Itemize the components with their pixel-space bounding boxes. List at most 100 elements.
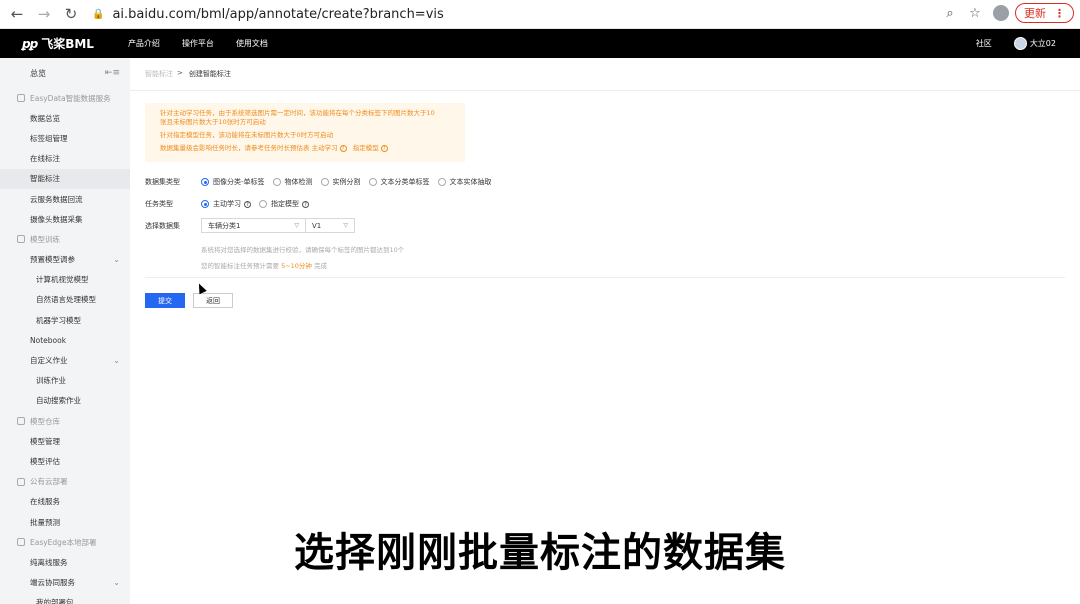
select-dataset-label: 选择数据集 <box>145 221 180 230</box>
help-icon[interactable]: ? <box>302 200 309 208</box>
section-icon <box>17 235 25 244</box>
dataset-hint: 系统将对您选择的数据集进行校验，请确保每个标签的图片都达到10个 <box>201 246 405 254</box>
sidebar-item[interactable]: 在线标注 <box>0 149 130 169</box>
sidebar-item[interactable]: 模型管理 <box>0 431 130 451</box>
bookmark-star-icon[interactable]: ☆ <box>965 3 985 23</box>
sidebar-item-label: 预置模型调参 <box>30 255 75 265</box>
sidebar-item-label: 自然语言处理模型 <box>36 295 96 305</box>
task-type-row: 任务类型 主动学习? 指定模型? <box>145 199 317 209</box>
form-divider <box>145 277 1065 278</box>
sidebar-item[interactable]: 机器学习模型 <box>0 310 130 330</box>
time-estimate-suffix: 完成 <box>314 262 328 270</box>
video-subtitle: 选择刚刚批量标注的数据集 <box>294 530 786 576</box>
sidebar-overview[interactable]: 总览 ⇤≡ <box>0 58 130 88</box>
nav-community[interactable]: 社区 <box>976 38 992 49</box>
header-divider <box>130 90 1080 91</box>
chevron-down-icon: ⌄ <box>113 255 120 265</box>
sidebar-item-label: 模型训练 <box>30 234 60 244</box>
top-nav: ꝑꝑ 飞桨BML 产品介绍 操作平台 使用文档 社区 大立02 <box>0 29 1080 58</box>
nav-docs[interactable]: 使用文档 <box>236 38 268 49</box>
zoom-icon[interactable]: ⌕ <box>940 3 960 23</box>
lock-icon: 🔒 <box>92 8 105 20</box>
breadcrumb-parent[interactable]: 智能标注 <box>145 69 173 79</box>
reload-icon[interactable]: ↻ <box>60 3 82 25</box>
sidebar-item[interactable]: 自定义作业 ⌄ <box>0 350 130 370</box>
user-avatar[interactable] <box>1013 37 1027 50</box>
version-select[interactable]: V1 ▽ <box>306 218 355 233</box>
sidebar-item[interactable]: 计算机视觉模型 <box>0 270 130 290</box>
radio-image-classification[interactable]: 图像分类-单标签 <box>201 177 265 187</box>
sidebar-item-label: 自定义作业 <box>30 356 68 366</box>
help-icon[interactable]: ? <box>244 200 251 208</box>
submit-button[interactable]: 提交 <box>145 293 185 308</box>
section-icon <box>17 477 25 486</box>
nav-product-intro[interactable]: 产品介绍 <box>128 38 160 49</box>
sidebar-item[interactable]: 摄像头数据采集 <box>0 209 130 229</box>
help-icon[interactable]: ? <box>339 145 347 152</box>
sidebar-item-label: 公有云部署 <box>30 477 68 487</box>
notice-link-specified-model[interactable]: 指定模型 <box>353 144 379 152</box>
sidebar-item-label: 智能标注 <box>30 174 60 184</box>
sidebar-item[interactable]: 模型评估 <box>0 451 130 471</box>
radio-text-entity-extraction[interactable]: 文本实体抽取 <box>437 177 492 187</box>
update-button[interactable]: 更新 ⋮ <box>1015 3 1074 23</box>
radio-specified-model[interactable]: 指定模型? <box>259 199 309 209</box>
sidebar-item-label: 在线标注 <box>30 154 60 164</box>
sidebar-item-label: 模型评估 <box>30 456 60 466</box>
time-estimate-hint: 您的智能标注任务预计需要 5~10分钟 完成 <box>201 260 327 270</box>
help-icon[interactable]: ? <box>380 145 388 152</box>
more-icon: ⋮ <box>1054 6 1065 20</box>
radio-text-classification[interactable]: 文本分类单标签 <box>368 177 430 187</box>
sidebar-group-header: 公有云部署 <box>0 472 130 492</box>
logo-text: 飞桨BML <box>41 37 94 51</box>
notice-link-active-learning[interactable]: 主动学习 <box>312 144 338 152</box>
browser-toolbar: ← → ↻ 🔒 ai.baidu.com/bml/app/annotate/cr… <box>0 0 1080 29</box>
sidebar-item[interactable]: 在线服务 <box>0 492 130 512</box>
time-estimate-value: 5~10分钟 <box>281 262 312 270</box>
back-button[interactable]: 返回 <box>193 293 233 308</box>
dataset-type-row: 数据集类型 图像分类-单标签 物体检测 实例分割 文本分类单标签 文本实体抽取 <box>145 177 500 187</box>
sidebar-item[interactable]: 标签组管理 <box>0 128 130 148</box>
sidebar-item[interactable]: 自然语言处理模型 <box>0 290 130 310</box>
section-icon <box>17 94 25 103</box>
sidebar-item-label: 在线服务 <box>30 497 60 507</box>
sidebar-item[interactable]: 自动搜索作业 <box>0 391 130 411</box>
sidebar-item[interactable]: Notebook <box>0 330 130 350</box>
nav-platform[interactable]: 操作平台 <box>182 38 214 49</box>
collapse-menu-icon[interactable]: ⇤≡ <box>105 68 120 78</box>
sidebar-item-label: Notebook <box>30 335 67 345</box>
sidebar-item[interactable]: 我的部署包 <box>0 593 130 604</box>
task-type-label: 任务类型 <box>145 200 173 208</box>
radio-object-detection[interactable]: 物体检测 <box>272 177 313 187</box>
notice-box: 针对主动学习任务，由于系统筛选图片需一定时间，该功能将在每个分类标签下的图片数大… <box>145 103 465 162</box>
notice-line4: 数据集量级会影响任务时长，请参考任务时长预估表 <box>160 144 310 152</box>
forward-icon[interactable]: → <box>33 3 55 25</box>
address-bar[interactable]: 🔒 ai.baidu.com/bml/app/annotate/create?b… <box>92 7 444 22</box>
profile-avatar[interactable] <box>993 5 1009 21</box>
sidebar-item[interactable]: 云服务数据回流 <box>0 189 130 209</box>
logo[interactable]: ꝑꝑ 飞桨BML <box>22 35 94 52</box>
sidebar-item[interactable]: 数据总览 <box>0 108 130 128</box>
user-name[interactable]: 大立02 <box>1030 38 1056 49</box>
sidebar-item-label: 自动搜索作业 <box>36 396 81 406</box>
sidebar-item[interactable]: 训练作业 <box>0 371 130 391</box>
sidebar-item-label: EasyData智能数据服务 <box>30 93 111 103</box>
sidebar-item[interactable]: 预置模型调参 ⌄ <box>0 250 130 270</box>
version-select-value: V1 <box>312 221 322 230</box>
section-icon <box>17 417 25 426</box>
sidebar-item-label: 模型管理 <box>30 436 60 446</box>
sidebar-group-header: 模型仓库 <box>0 411 130 431</box>
dataset-select[interactable]: 车辆分类1 ▽ <box>201 218 306 233</box>
sidebar-item[interactable]: 智能标注 <box>0 168 130 189</box>
radio-instance-segmentation[interactable]: 实例分割 <box>320 177 361 187</box>
chevron-down-icon: ⌄ <box>113 356 120 366</box>
chevron-down-icon: ▽ <box>343 222 348 229</box>
notice-line1: 针对主动学习任务，由于系统筛选图片需一定时间，该功能将在每个分类标签下的图片数大… <box>160 109 435 117</box>
back-icon[interactable]: ← <box>6 3 28 25</box>
dataset-type-label: 数据集类型 <box>145 178 180 186</box>
chevron-down-icon: ⌄ <box>113 578 120 588</box>
sidebar-item-label: 云服务数据回流 <box>30 194 83 204</box>
sidebar-group-header: EasyData智能数据服务 <box>0 88 130 108</box>
radio-active-learning[interactable]: 主动学习? <box>201 199 251 209</box>
paddle-logo-icon: ꝑꝑ <box>22 36 38 51</box>
